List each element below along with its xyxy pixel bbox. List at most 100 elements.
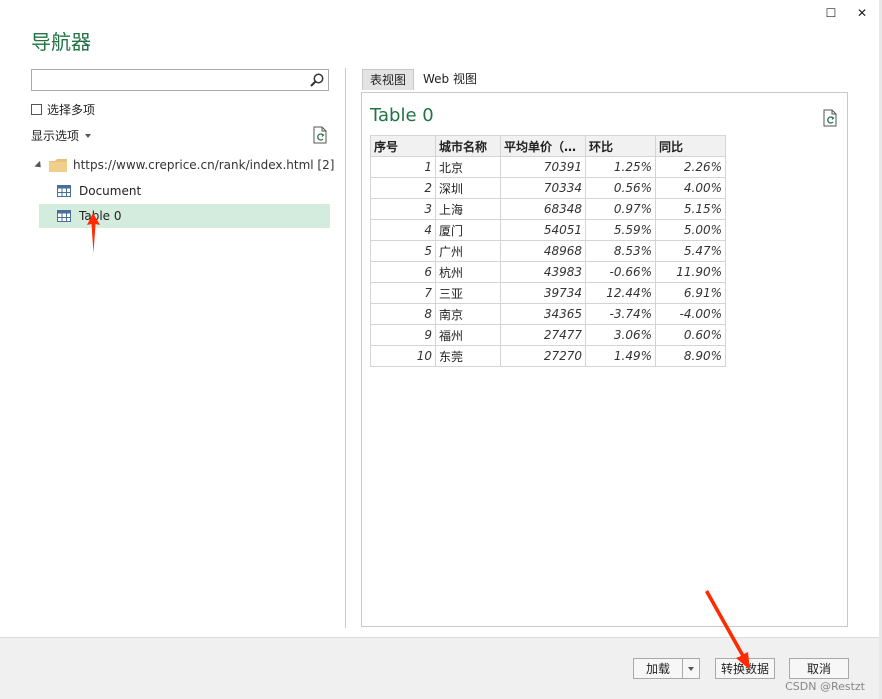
dialog-title: 导航器 xyxy=(31,30,91,54)
table-cell[interactable]: 48968 xyxy=(500,240,586,262)
table-cell[interactable]: 4.00% xyxy=(655,177,726,199)
display-options-dropdown[interactable]: 显示选项 xyxy=(31,127,92,144)
select-multiple-checkbox[interactable] xyxy=(31,104,42,115)
tab-table-view[interactable]: 表视图 xyxy=(362,69,415,90)
table-icon xyxy=(57,185,71,197)
table-cell[interactable]: 东莞 xyxy=(435,345,501,367)
maximize-icon[interactable]: ☐ xyxy=(820,4,842,22)
table-cell[interactable]: 0.60% xyxy=(655,324,726,346)
table-cell[interactable]: 27270 xyxy=(500,345,586,367)
table-cell[interactable]: -3.74% xyxy=(585,303,656,325)
table-cell[interactable]: -0.66% xyxy=(585,261,656,283)
table-cell[interactable]: 10 xyxy=(370,345,436,367)
table-cell[interactable]: 杭州 xyxy=(435,261,501,283)
table-cell[interactable]: 54051 xyxy=(500,219,586,241)
table-cell[interactable]: 福州 xyxy=(435,324,501,346)
tree-item-document[interactable]: Document xyxy=(39,179,330,203)
tree-item-table-0[interactable]: Table 0 xyxy=(39,204,330,228)
column-header[interactable]: 环比 xyxy=(585,135,656,157)
table-cell[interactable]: 6.91% xyxy=(655,282,726,304)
table-cell[interactable]: 0.56% xyxy=(585,177,656,199)
preview-pane: Table 0 序号 城市名称 平均单价（… 环比 同比 1 北京 70391 1.2… xyxy=(361,92,848,627)
table-cell[interactable]: 1.49% xyxy=(585,345,656,367)
data-table: 序号 城市名称 平均单价（… 环比 同比 1 北京 70391 1.25% 2.26% 2… xyxy=(370,135,726,367)
table-row: 5 广州 48968 8.53% 5.47% xyxy=(370,240,726,262)
table-cell[interactable]: 0.97% xyxy=(585,198,656,220)
column-header[interactable]: 城市名称 xyxy=(435,135,501,157)
table-icon xyxy=(57,210,71,222)
folder-icon xyxy=(49,158,67,172)
column-header[interactable]: 序号 xyxy=(370,135,436,157)
table-cell[interactable]: 5.59% xyxy=(585,219,656,241)
table-cell[interactable]: 5.00% xyxy=(655,219,726,241)
table-cell[interactable]: 广州 xyxy=(435,240,501,262)
table-cell[interactable]: 12.44% xyxy=(585,282,656,304)
search-input[interactable] xyxy=(31,69,329,91)
table-cell[interactable]: 8.90% xyxy=(655,345,726,367)
table-cell[interactable]: 70334 xyxy=(500,177,586,199)
table-cell[interactable]: 2 xyxy=(370,177,436,199)
table-cell[interactable]: 11.90% xyxy=(655,261,726,283)
table-cell[interactable]: 北京 xyxy=(435,156,501,178)
dialog-footer: 加载 转换数据 取消 CSDN @Restzt xyxy=(0,637,879,699)
table-cell[interactable]: 4 xyxy=(370,219,436,241)
load-button[interactable]: 加载 xyxy=(633,658,683,679)
table-cell[interactable]: 1 xyxy=(370,156,436,178)
table-cell[interactable]: 39734 xyxy=(500,282,586,304)
table-cell[interactable]: 深圳 xyxy=(435,177,501,199)
table-row: 9 福州 27477 3.06% 0.60% xyxy=(370,324,726,346)
table-cell[interactable]: 5 xyxy=(370,240,436,262)
table-cell[interactable]: 5.47% xyxy=(655,240,726,262)
table-cell[interactable]: 9 xyxy=(370,324,436,346)
expand-icon[interactable] xyxy=(34,160,44,170)
table-cell[interactable]: 70391 xyxy=(500,156,586,178)
refresh-icon[interactable] xyxy=(822,109,838,127)
table-cell[interactable]: 3.06% xyxy=(585,324,656,346)
pane-divider[interactable] xyxy=(345,68,346,628)
table-row: 2 深圳 70334 0.56% 4.00% xyxy=(370,177,726,199)
load-dropdown-button[interactable] xyxy=(682,658,700,679)
table-cell[interactable]: 27477 xyxy=(500,324,586,346)
search-icon[interactable] xyxy=(309,72,325,88)
column-header[interactable]: 同比 xyxy=(655,135,726,157)
tree-item-label: Table 0 xyxy=(79,209,122,223)
column-header[interactable]: 平均单价（… xyxy=(500,135,586,157)
table-cell[interactable]: 三亚 xyxy=(435,282,501,304)
tab-web-view[interactable]: Web 视图 xyxy=(416,69,484,90)
table-cell[interactable]: 1.25% xyxy=(585,156,656,178)
table-row: 8 南京 34365 -3.74% -4.00% xyxy=(370,303,726,325)
transform-data-button[interactable]: 转换数据 xyxy=(715,658,775,679)
table-cell[interactable]: 43983 xyxy=(500,261,586,283)
table-cell[interactable]: 8 xyxy=(370,303,436,325)
table-row: 6 杭州 43983 -0.66% 11.90% xyxy=(370,261,726,283)
table-cell[interactable]: 2.26% xyxy=(655,156,726,178)
table-cell[interactable]: 3 xyxy=(370,198,436,220)
tree-item-label: Document xyxy=(79,184,142,198)
table-cell[interactable]: 厦门 xyxy=(435,219,501,241)
display-options-label: 显示选项 xyxy=(31,129,80,143)
view-tabs: 表视图 Web 视图 xyxy=(362,69,484,90)
preview-title: Table 0 xyxy=(370,105,434,126)
table-row: 1 北京 70391 1.25% 2.26% xyxy=(370,156,726,178)
close-icon[interactable]: ✕ xyxy=(851,4,873,22)
table-cell[interactable]: 南京 xyxy=(435,303,501,325)
table-cell[interactable]: 上海 xyxy=(435,198,501,220)
table-cell[interactable]: 34365 xyxy=(500,303,586,325)
table-cell[interactable]: 6 xyxy=(370,261,436,283)
table-cell[interactable]: 8.53% xyxy=(585,240,656,262)
refresh-icon[interactable] xyxy=(312,126,328,144)
search-field[interactable] xyxy=(35,71,309,91)
cancel-button[interactable]: 取消 xyxy=(789,658,849,679)
table-cell[interactable]: 7 xyxy=(370,282,436,304)
select-multiple-row[interactable]: 选择多项 xyxy=(31,101,95,118)
chevron-down-icon xyxy=(85,134,92,138)
watermark: CSDN @Restzt xyxy=(785,680,865,693)
tree-root-node[interactable]: https://www.creprice.cn/rank/index.html … xyxy=(34,158,335,172)
tree-root-label: https://www.creprice.cn/rank/index.html … xyxy=(73,158,335,172)
select-multiple-label: 选择多项 xyxy=(47,103,96,117)
chevron-down-icon xyxy=(688,666,694,671)
table-cell[interactable]: 5.15% xyxy=(655,198,726,220)
table-cell[interactable]: 68348 xyxy=(500,198,586,220)
table-row: 3 上海 68348 0.97% 5.15% xyxy=(370,198,726,220)
table-cell[interactable]: -4.00% xyxy=(655,303,726,325)
